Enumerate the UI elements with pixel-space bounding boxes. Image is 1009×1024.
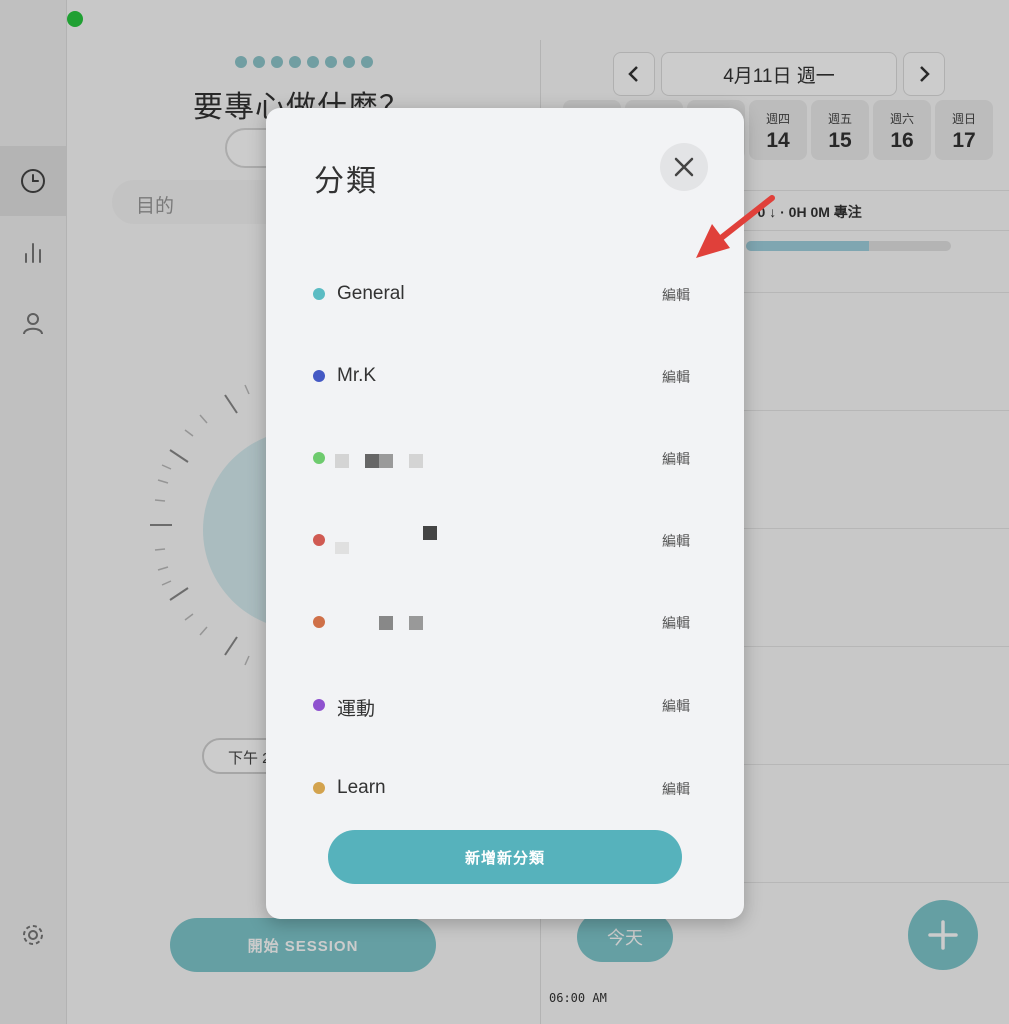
category-name: Mr.K [337,365,377,386]
category-row[interactable]: General 編輯 [313,274,693,314]
category-name: Learn [337,777,386,798]
category-row[interactable]: 編輯 [313,438,693,478]
category-color-dot [313,534,325,546]
edit-category-button[interactable]: 編輯 [662,779,690,799]
category-color-dot [313,288,325,300]
category-row[interactable]: Learn 編輯 [313,768,693,808]
category-color-dot [313,616,325,628]
annotation-arrow [696,195,775,258]
category-color-dot [313,452,325,464]
category-modal: 分類 General 編輯 Mr.K 編輯 編輯 編輯 編輯 運動 編輯 Lea… [266,108,744,919]
edit-category-button[interactable]: 編輯 [662,613,690,633]
category-color-dot [313,370,325,382]
close-icon [674,157,694,177]
add-category-button[interactable]: 新增新分類 [328,830,682,884]
category-color-dot [313,699,325,711]
edit-category-button[interactable]: 編輯 [662,531,690,551]
modal-title: 分類 [314,165,378,198]
edit-category-button[interactable]: 編輯 [662,449,690,469]
category-row[interactable]: 編輯 [313,520,693,560]
category-color-dot [313,782,325,794]
category-row[interactable]: 編輯 [313,602,693,642]
category-name: 運動 [337,699,376,720]
edit-category-button[interactable]: 編輯 [662,285,690,305]
category-row[interactable]: 運動 編輯 [313,685,693,725]
category-row[interactable]: Mr.K 編輯 [313,356,693,396]
close-modal-button[interactable] [660,143,708,191]
category-name: General [337,283,405,304]
edit-category-button[interactable]: 編輯 [662,367,690,387]
edit-category-button[interactable]: 編輯 [662,696,690,716]
